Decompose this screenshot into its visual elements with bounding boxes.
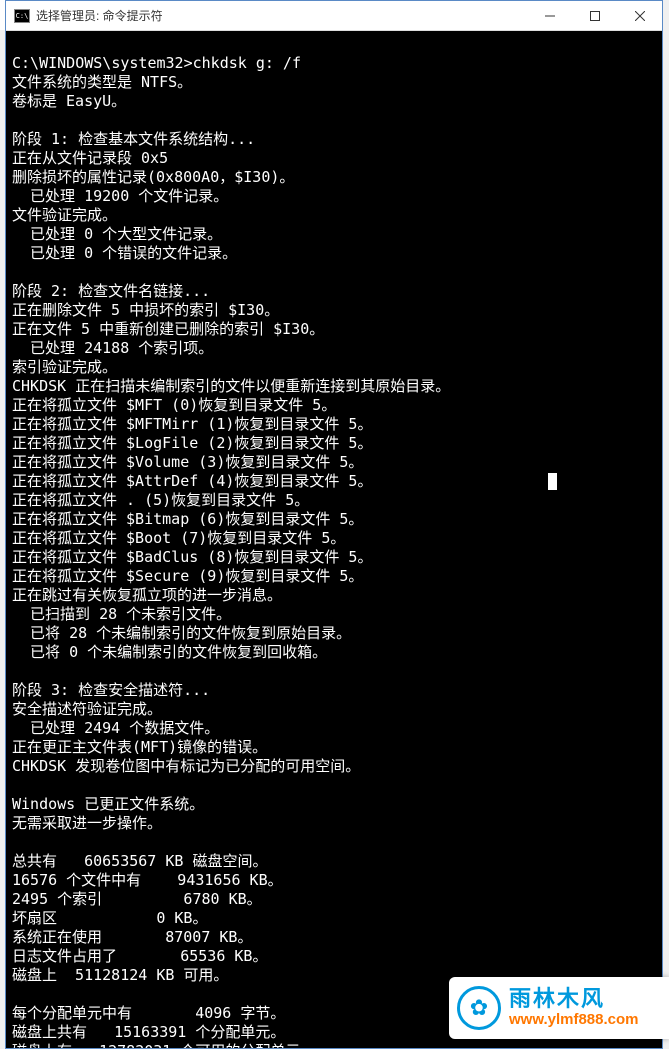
watermark-badge: ✿ 雨林木风 www.ylmf888.com	[449, 977, 669, 1039]
maximize-icon	[590, 11, 600, 21]
console-prompt: C:\WINDOWS\system32>chkdsk g: /f	[12, 54, 301, 72]
close-icon	[635, 11, 645, 21]
window-title: 选择管理员: 命令提示符	[36, 7, 527, 24]
console-output: 文件系统的类型是 NTFS。 卷标是 EasyU。 阶段 1: 检查基本文件系统…	[12, 73, 450, 1048]
cmd-window: C:\ 选择管理员: 命令提示符 C:\WINDOWS\system32>chk…	[5, 0, 663, 1049]
close-button[interactable]	[617, 1, 662, 30]
console-area[interactable]: C:\WINDOWS\system32>chkdsk g: /f 文件系统的类型…	[6, 31, 662, 1048]
minimize-button[interactable]	[527, 1, 572, 30]
watermark-logo-icon: ✿	[457, 986, 501, 1030]
titlebar-buttons	[527, 1, 662, 30]
watermark-url: www.ylmf888.com	[509, 1011, 639, 1029]
text-cursor	[548, 473, 557, 490]
titlebar[interactable]: C:\ 选择管理员: 命令提示符	[6, 1, 662, 31]
maximize-button[interactable]	[572, 1, 617, 30]
cmd-icon: C:\	[14, 9, 30, 23]
watermark-text: 雨林木风 www.ylmf888.com	[509, 987, 639, 1029]
minimize-icon	[545, 11, 555, 21]
watermark-cn: 雨林木风	[509, 987, 639, 1011]
